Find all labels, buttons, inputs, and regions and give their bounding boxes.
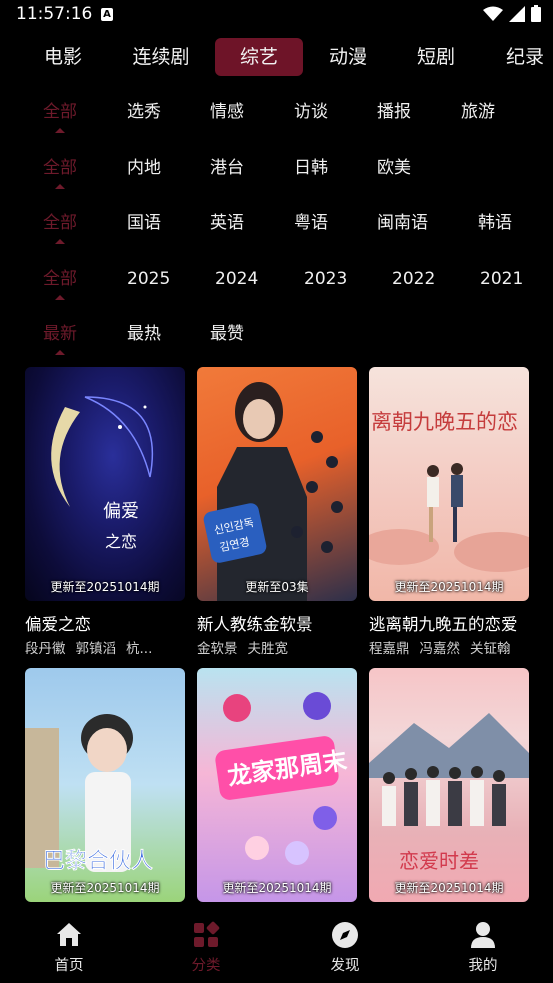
- wifi-icon: [483, 6, 503, 21]
- filter-chip[interactable]: 全部: [43, 153, 77, 189]
- show-card[interactable]: 巴黎合伙人 更新至20251014期: [25, 668, 185, 902]
- show-cast: 段丹徽 郭镇滔 杭...: [25, 637, 185, 657]
- filter-chip[interactable]: 英语: [210, 208, 244, 238]
- filter-row-year: 全部 2025 2024 2023 2022 2021: [0, 264, 553, 300]
- filter-chip[interactable]: 2025: [127, 264, 170, 294]
- filter-chip[interactable]: 旅游: [461, 97, 495, 127]
- nav-discover[interactable]: 发现: [305, 920, 385, 975]
- show-title[interactable]: 新人教练金软景: [197, 611, 357, 633]
- show-cast: 程嘉鼎 冯嘉然 关钲翰: [369, 637, 529, 657]
- update-status: 更新至20251014期: [50, 580, 160, 594]
- filter-chip[interactable]: 国语: [127, 208, 161, 238]
- filter-chip[interactable]: 情感: [210, 97, 244, 127]
- filter-chip[interactable]: 内地: [127, 153, 161, 183]
- nav-label: 发现: [330, 958, 360, 974]
- cast-name: 关钲翰: [470, 641, 511, 657]
- update-status: 更新至20251014期: [394, 881, 504, 895]
- filter-row-type: 全部 选秀 情感 访谈 播报 旅游: [0, 97, 553, 133]
- tab-anime[interactable]: 动漫: [315, 38, 381, 76]
- nav-label: 我的: [468, 958, 498, 974]
- svg-text:偏爱: 偏爱: [103, 501, 139, 522]
- filter-chip[interactable]: 欧美: [377, 153, 411, 183]
- nav-home[interactable]: 首页: [29, 920, 109, 975]
- compass-icon: [332, 922, 358, 948]
- category-tabs: 电影 连续剧 综艺 动漫 短剧 纪录: [0, 38, 553, 76]
- update-status: 更新至20251014期: [394, 580, 504, 594]
- tab-series[interactable]: 连续剧: [120, 38, 202, 76]
- filter-chip[interactable]: 全部: [43, 97, 77, 133]
- tab-documentary[interactable]: 纪录: [492, 38, 553, 76]
- filter-row-sort: 最新 最热 最赞: [0, 319, 553, 355]
- nav-me[interactable]: 我的: [443, 920, 523, 975]
- filter-chip[interactable]: 韩语: [478, 208, 512, 238]
- show-cast: 金软景 夫胜宽: [197, 637, 357, 657]
- nav-label: 分类: [191, 958, 221, 974]
- cast-name: 杭...: [126, 641, 153, 657]
- update-status: 更新至20251014期: [50, 881, 160, 895]
- signal-icon: [509, 5, 525, 22]
- cast-name: 程嘉鼎: [369, 641, 410, 657]
- svg-text:恋爱时差: 恋爱时差: [399, 849, 479, 873]
- filter-chip[interactable]: 港台: [210, 153, 244, 183]
- show-title[interactable]: 逃离朝九晚五的恋爱: [369, 611, 529, 633]
- status-bar: 11:57:16 A: [0, 0, 553, 30]
- svg-text:之恋: 之恋: [105, 532, 137, 551]
- filter-chip[interactable]: 选秀: [127, 97, 161, 127]
- poster-image[interactable]: 偏爱 之恋 更新至20251014期: [25, 367, 185, 601]
- cast-name: 段丹徽: [25, 641, 66, 657]
- show-card[interactable]: 恋爱时差 更新至20251014期: [369, 668, 529, 902]
- filter-chip[interactable]: 粤语: [294, 208, 328, 238]
- poster-image[interactable]: 신인감독 김연경 更新至03集: [197, 367, 357, 601]
- battery-icon: [531, 5, 541, 22]
- filter-chip[interactable]: 访谈: [294, 97, 328, 127]
- filter-chip[interactable]: 2021: [480, 264, 523, 294]
- status-time: 11:57:16: [16, 4, 93, 24]
- filter-chip[interactable]: 2023: [304, 264, 347, 294]
- poster-image[interactable]: 龙家那周末 更新至20251014期: [197, 668, 357, 902]
- notification-icon: A: [101, 8, 113, 21]
- tab-short-drama[interactable]: 短剧: [403, 38, 469, 76]
- svg-text:巴黎合伙人: 巴黎合伙人: [43, 849, 153, 874]
- filter-row-language: 全部 国语 英语 粤语 闽南语 韩语: [0, 208, 553, 244]
- tab-variety[interactable]: 综艺: [215, 38, 303, 76]
- cast-name: 夫胜宽: [247, 641, 289, 657]
- filter-chip[interactable]: 2024: [215, 264, 258, 294]
- poster-image[interactable]: 恋爱时差 更新至20251014期: [369, 668, 529, 902]
- filter-chip[interactable]: 闽南语: [377, 208, 428, 238]
- filter-chip[interactable]: 全部: [43, 264, 77, 300]
- status-icons: [483, 5, 541, 22]
- filter-row-region: 全部 内地 港台 日韩 欧美: [0, 153, 553, 189]
- user-icon: [471, 922, 495, 948]
- nav-category[interactable]: 分类: [166, 920, 246, 975]
- show-card[interactable]: 신인감독 김연경 更新至03集 新人教练金软景 金软景 夫胜宽: [197, 367, 357, 657]
- filter-chip[interactable]: 最新: [43, 319, 77, 355]
- svg-text:离朝九晚五的恋: 离朝九晚五的恋: [371, 410, 518, 434]
- bottom-nav: 首页 分类 发现 我的: [0, 912, 553, 983]
- filter-chip[interactable]: 最热: [127, 319, 161, 349]
- nav-label: 首页: [54, 958, 84, 974]
- show-card[interactable]: 龙家那周末 更新至20251014期: [197, 668, 357, 902]
- tab-movie[interactable]: 电影: [30, 38, 96, 76]
- show-title[interactable]: 偏爱之恋: [25, 611, 185, 633]
- filter-chip[interactable]: 2022: [392, 264, 435, 294]
- filter-chip[interactable]: 全部: [43, 208, 77, 244]
- poster-image[interactable]: 巴黎合伙人 更新至20251014期: [25, 668, 185, 902]
- cast-name: 金软景: [197, 641, 238, 657]
- filter-chip[interactable]: 播报: [377, 97, 411, 127]
- home-icon: [57, 923, 81, 946]
- filter-chip[interactable]: 日韩: [294, 153, 328, 183]
- show-card[interactable]: 偏爱 之恋 更新至20251014期 偏爱之恋 段丹徽 郭镇滔 杭...: [25, 367, 185, 657]
- filter-chip[interactable]: 最赞: [210, 319, 244, 349]
- show-card[interactable]: 离朝九晚五的恋 更新至20251014期 逃离朝九晚五的恋爱 程嘉鼎 冯嘉然 关…: [369, 367, 529, 657]
- update-status: 更新至03集: [245, 580, 309, 594]
- poster-image[interactable]: 离朝九晚五的恋 更新至20251014期: [369, 367, 529, 601]
- update-status: 更新至20251014期: [222, 881, 332, 895]
- cast-name: 郭镇滔: [75, 641, 117, 657]
- cast-name: 冯嘉然: [419, 641, 461, 657]
- category-icon: [194, 921, 220, 947]
